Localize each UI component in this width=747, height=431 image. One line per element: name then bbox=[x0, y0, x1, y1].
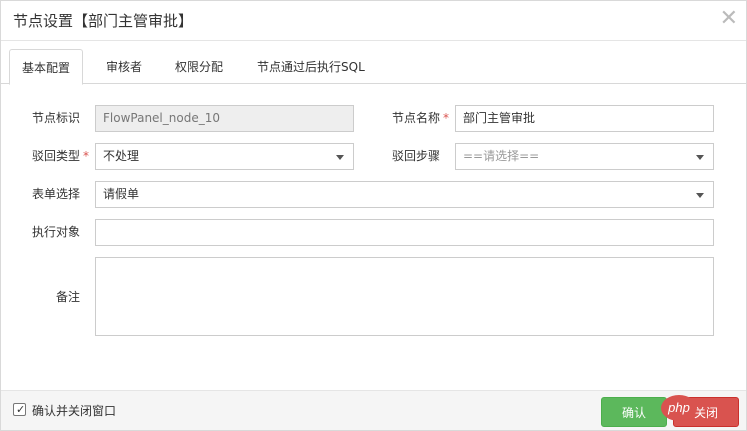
chevron-down-icon bbox=[696, 193, 704, 198]
chevron-down-icon bbox=[336, 155, 344, 160]
node-name-label: 节点名称 * bbox=[392, 105, 449, 131]
reject-type-select[interactable]: 不处理 bbox=[95, 143, 354, 170]
php-watermark-logo: php bbox=[661, 395, 697, 421]
tab-bar: 基本配置 审核者 权限分配 节点通过后执行SQL bbox=[1, 42, 746, 85]
reject-type-label: 驳回类型 * bbox=[32, 143, 89, 169]
required-mark: * bbox=[443, 111, 450, 125]
close-after-confirm-checkbox[interactable]: ✓ bbox=[13, 403, 26, 416]
exec-target-label: 执行对象 bbox=[32, 225, 81, 239]
reject-step-value: ==请选择== bbox=[463, 149, 540, 163]
form-select-label: 表单选择 bbox=[32, 187, 81, 201]
tab-post-sql[interactable]: 节点通过后执行SQL bbox=[245, 49, 377, 85]
reject-type-label-text: 驳回类型 bbox=[32, 149, 81, 163]
node-name-label-text: 节点名称 bbox=[392, 111, 441, 125]
form-select[interactable]: 请假单 bbox=[95, 181, 714, 208]
exec-target-input[interactable] bbox=[95, 219, 714, 246]
close-icon[interactable]: ✕ bbox=[720, 6, 738, 32]
chevron-down-icon bbox=[696, 155, 704, 160]
dialog-footer: ✓ 确认并关闭窗口 确认 关闭 bbox=[1, 390, 746, 430]
reject-step-select[interactable]: ==请选择== bbox=[455, 143, 714, 170]
remark-textarea[interactable] bbox=[95, 257, 714, 336]
node-id-label: 节点标识 bbox=[32, 111, 81, 125]
tab-basic-config[interactable]: 基本配置 bbox=[9, 49, 84, 85]
checkbox-label[interactable]: 确认并关闭窗口 bbox=[32, 402, 116, 419]
confirm-button[interactable]: 确认 bbox=[601, 397, 667, 427]
required-mark: * bbox=[83, 149, 90, 163]
node-id-field: FlowPanel_node_10 bbox=[95, 105, 354, 132]
dialog-title: 节点设置【部门主管审批】 bbox=[13, 12, 194, 30]
check-icon: ✓ bbox=[16, 403, 26, 416]
tab-reviewers[interactable]: 审核者 bbox=[94, 49, 154, 85]
dialog-header: 节点设置【部门主管审批】 ✕ bbox=[1, 1, 746, 41]
form-select-value: 请假单 bbox=[103, 187, 140, 201]
node-settings-dialog: 节点设置【部门主管审批】 ✕ 基本配置 审核者 权限分配 节点通过后执行SQL … bbox=[0, 0, 747, 431]
node-name-input[interactable]: 部门主管审批 bbox=[455, 105, 714, 132]
tab-permissions[interactable]: 权限分配 bbox=[163, 49, 235, 85]
reject-type-value: 不处理 bbox=[103, 149, 140, 163]
remark-label: 备注 bbox=[56, 290, 81, 304]
reject-step-label: 驳回步骤 bbox=[392, 149, 441, 163]
